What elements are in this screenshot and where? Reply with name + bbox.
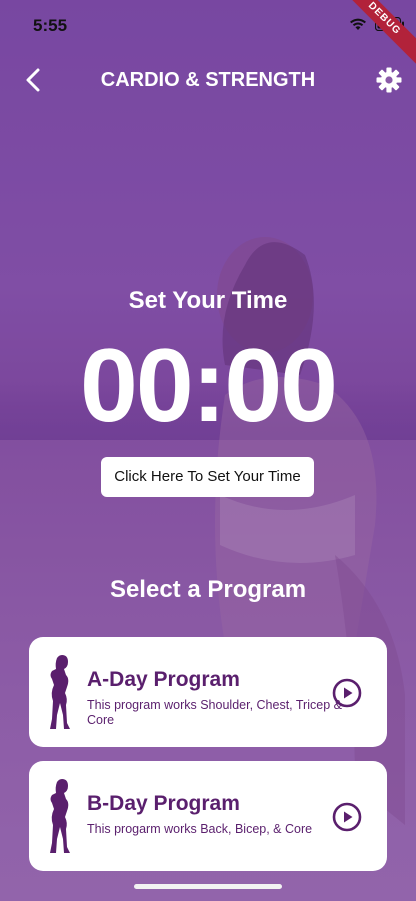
set-time-heading: Set Your Time — [128, 287, 288, 314]
play-circle-icon[interactable] — [332, 678, 362, 708]
silhouette-icon — [50, 655, 70, 729]
program-card-b-day[interactable]: B-Day Program This progarm works Back, B… — [29, 761, 387, 871]
wifi-icon — [350, 18, 366, 30]
status-time: 5:55 — [33, 16, 68, 35]
gear-icon[interactable] — [376, 67, 402, 93]
set-time-button[interactable]: Click Here To Set Your Time — [101, 457, 314, 497]
app-bar: CARDIO & STRENGTH — [0, 58, 416, 102]
home-indicator[interactable] — [134, 884, 282, 889]
select-program-heading: Select a Program — [109, 576, 307, 603]
program-title: A-Day Program — [87, 668, 240, 691]
silhouette-icon — [50, 779, 70, 853]
program-card-a-day[interactable]: A-Day Program This program works Shoulde… — [29, 637, 387, 747]
status-bar: 5:55 — [0, 0, 416, 50]
program-description: This progarm works Back, Bicep, & Core — [87, 822, 313, 836]
program-description: This program works Shoulder, Chest, Tric… — [87, 698, 342, 727]
page-title: CARDIO & STRENGTH — [100, 69, 316, 91]
timer-display: 00:00 — [80, 328, 338, 444]
program-title: B-Day Program — [87, 792, 240, 815]
play-circle-icon[interactable] — [332, 802, 362, 832]
